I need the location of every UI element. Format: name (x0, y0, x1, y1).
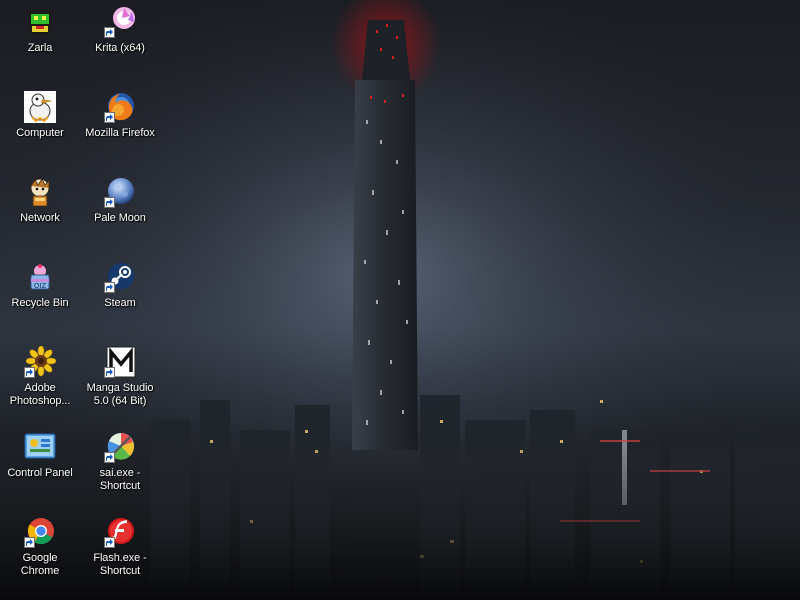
desktop-icon-krita[interactable]: Krita (x64) (82, 0, 158, 80)
icon-label: sai.exe - Shortcut (99, 467, 141, 492)
photoshop-sunflower-icon (24, 346, 56, 378)
manga-studio-icon (104, 346, 136, 378)
icon-label: Manga Studio 5.0 (64 Bit) (86, 382, 154, 407)
sai-icon (104, 431, 136, 463)
zarla-icon (24, 6, 56, 38)
desktop-icon-network[interactable]: Network (2, 170, 78, 250)
icon-label: Flash.exe - Shortcut (93, 552, 147, 577)
svg-text:OIZ: OIZ (34, 282, 47, 290)
pale-moon-icon (104, 176, 136, 208)
icon-label: Krita (x64) (95, 42, 145, 54)
desktop-icon-pale-moon[interactable]: Pale Moon (82, 170, 158, 250)
icon-label: Computer (16, 127, 64, 139)
shortcut-arrow-icon (104, 112, 115, 123)
icon-label: Steam (104, 297, 136, 309)
icon-label: Adobe Photoshop... (9, 382, 71, 407)
chrome-icon (24, 516, 56, 548)
recycle-bin-cake-icon: OIZ (24, 261, 56, 293)
shortcut-arrow-icon (24, 537, 35, 548)
shortcut-arrow-icon (104, 27, 115, 38)
network-character-icon (24, 176, 56, 208)
krita-icon (104, 6, 136, 38)
steam-icon (104, 261, 136, 293)
icon-label: Recycle Bin (11, 297, 69, 309)
desktop-icon-sai[interactable]: sai.exe - Shortcut (82, 425, 158, 505)
desktop-icon-zarla[interactable]: Zarla (2, 0, 78, 80)
shortcut-arrow-icon (104, 537, 115, 548)
desktop-icon-recycle-bin[interactable]: OIZ Recycle Bin (2, 255, 78, 335)
control-panel-icon (24, 431, 56, 463)
shortcut-arrow-icon (104, 282, 115, 293)
icon-label: Network (20, 212, 60, 224)
shortcut-arrow-icon (24, 367, 35, 378)
icon-label: Zarla (27, 42, 53, 54)
desktop-icon-control-panel[interactable]: Control Panel (2, 425, 78, 505)
flash-icon (104, 516, 136, 548)
icon-label: Control Panel (7, 467, 73, 479)
shortcut-arrow-icon (104, 197, 115, 208)
desktop-icon-firefox[interactable]: Mozilla Firefox (82, 85, 158, 165)
desktop-icon-steam[interactable]: Steam (82, 255, 158, 335)
shortcut-arrow-icon (104, 367, 115, 378)
desktop-icon-manga-studio[interactable]: Manga Studio 5.0 (64 Bit) (82, 340, 158, 420)
shortcut-arrow-icon (104, 452, 115, 463)
desktop-icon-chrome[interactable]: Google Chrome (2, 510, 78, 590)
desktop-icon-flash[interactable]: Flash.exe - Shortcut (82, 510, 158, 590)
desktop[interactable]: Zarla Krita (x64) Computer Mozilla Firef… (0, 0, 800, 600)
icon-label: Mozilla Firefox (85, 127, 155, 139)
icon-label: Pale Moon (94, 212, 146, 224)
icon-label: Google Chrome (20, 552, 60, 577)
computer-duck-icon (24, 91, 56, 123)
desktop-icon-photoshop[interactable]: Adobe Photoshop... (2, 340, 78, 420)
desktop-icon-computer[interactable]: Computer (2, 85, 78, 165)
firefox-icon (104, 91, 136, 123)
